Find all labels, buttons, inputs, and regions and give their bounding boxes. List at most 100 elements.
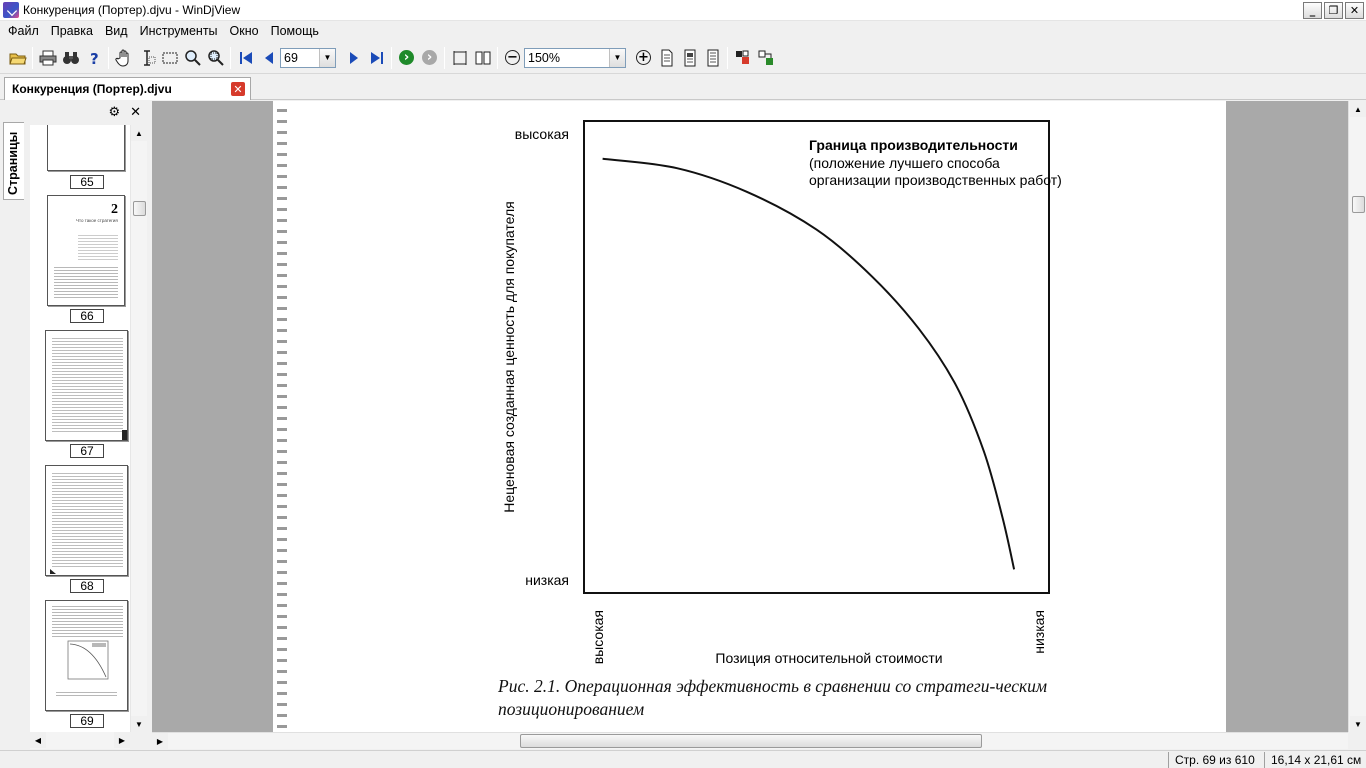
scroll-down-icon[interactable]: ▼ bbox=[1350, 716, 1366, 732]
scroll-left-icon[interactable]: ◀ bbox=[30, 732, 46, 748]
display-color-icon[interactable] bbox=[731, 47, 754, 69]
continuous-page-icon[interactable] bbox=[678, 47, 701, 69]
thumbnail-text-block bbox=[52, 337, 123, 434]
document-tab[interactable]: Конкуренция (Портер).djvu ✕ bbox=[4, 77, 251, 100]
title-bar: Конкуренция (Портер).djvu - WinDjView _ … bbox=[0, 0, 1366, 21]
pages-panel-tab-label: Страницы bbox=[6, 131, 20, 195]
previous-page-icon[interactable] bbox=[257, 47, 280, 69]
close-button[interactable]: ✕ bbox=[1345, 2, 1364, 19]
toolbar: ? 69 ▼ › › − 150% ▼ + bbox=[0, 42, 1366, 74]
toolbar-separator bbox=[230, 46, 231, 69]
rect-select-icon[interactable] bbox=[158, 47, 181, 69]
close-icon[interactable]: ✕ bbox=[130, 105, 141, 120]
document-view[interactable]: Неценовая созданная ценность для покупат… bbox=[152, 101, 1348, 732]
document-tab-label: Конкуренция (Портер).djvu bbox=[12, 82, 172, 96]
toolbar-separator bbox=[444, 46, 445, 69]
thumbnail-chapter-title: Что такое стратегия bbox=[76, 218, 118, 223]
thumbnail-chart-figure bbox=[67, 640, 109, 680]
panel-controls: ⚙ ✕ bbox=[108, 105, 141, 120]
toolbar-separator bbox=[727, 46, 728, 69]
chart-y-tick-label: высокая bbox=[515, 126, 569, 142]
svg-text:?: ? bbox=[90, 50, 99, 66]
scrollbar-thumb[interactable] bbox=[1352, 196, 1365, 213]
go-back-icon[interactable]: › bbox=[418, 47, 441, 69]
close-tab-icon[interactable]: ✕ bbox=[231, 82, 245, 96]
toolbar-separator bbox=[32, 46, 33, 69]
print-icon[interactable] bbox=[36, 47, 59, 69]
scroll-up-icon[interactable]: ▲ bbox=[131, 125, 147, 141]
last-page-icon[interactable] bbox=[365, 47, 388, 69]
zoom-in-icon[interactable]: + bbox=[632, 47, 655, 69]
first-page-icon[interactable] bbox=[234, 47, 257, 69]
chart-series-line bbox=[602, 157, 1016, 570]
zoom-out-icon[interactable]: − bbox=[501, 47, 524, 69]
scrollbar-thumb[interactable] bbox=[520, 734, 982, 748]
thumbnail-page-number: 69 bbox=[70, 714, 104, 728]
restore-button[interactable]: ❐ bbox=[1324, 2, 1343, 19]
minimize-button[interactable]: _ bbox=[1303, 2, 1322, 19]
next-page-icon[interactable] bbox=[342, 47, 365, 69]
menu-edit[interactable]: Правка bbox=[45, 21, 99, 41]
menu-tools[interactable]: Инструменты bbox=[134, 21, 224, 41]
hand-tool-icon[interactable] bbox=[112, 47, 135, 69]
thumbnails-vertical-scrollbar[interactable]: ▲ ▼ bbox=[130, 125, 147, 732]
scroll-right-icon[interactable]: ▶ bbox=[114, 732, 130, 748]
thumbnail-page[interactable] bbox=[45, 600, 128, 711]
plus-circle-icon: + bbox=[636, 50, 651, 65]
go-forward-icon[interactable]: › bbox=[395, 47, 418, 69]
thumbnail-page[interactable] bbox=[47, 125, 125, 171]
zoom-value: 150% bbox=[528, 50, 560, 65]
chart-x-axis-label: Позиция относительной стоимости bbox=[715, 650, 942, 666]
document-vertical-scrollbar[interactable]: ▲ ▼ bbox=[1348, 101, 1366, 732]
forward-circle-icon: › bbox=[399, 50, 414, 65]
chart-x-tick-label: высокая bbox=[590, 610, 606, 664]
document-horizontal-scrollbar[interactable]: ◀ ▶ bbox=[152, 732, 1348, 749]
text-select-icon[interactable] bbox=[135, 47, 158, 69]
menu-window[interactable]: Окно bbox=[224, 21, 265, 41]
thumbnail-page-number: 65 bbox=[70, 175, 104, 189]
thumbnail-page-number: 67 bbox=[70, 444, 104, 458]
menu-bar: Файл Правка Вид Инструменты Окно Помощь bbox=[0, 21, 1366, 41]
help-icon[interactable]: ? bbox=[82, 47, 105, 69]
thumbnail-text-block bbox=[52, 472, 123, 569]
thumbnail-text-block bbox=[78, 234, 118, 260]
display-mode-icon[interactable] bbox=[754, 47, 777, 69]
window-title: Конкуренция (Портер).djvu - WinDjView bbox=[23, 3, 241, 17]
pages-panel-tab[interactable]: Страницы bbox=[3, 122, 24, 200]
thumbnail-chapter-number: 2 bbox=[111, 202, 118, 217]
window-controls: _ ❐ ✕ bbox=[1303, 2, 1364, 19]
thumbnail-page[interactable]: 2 Что такое стратегия bbox=[47, 195, 125, 306]
scroll-down-icon[interactable]: ▼ bbox=[131, 716, 147, 732]
single-page-icon[interactable] bbox=[655, 47, 678, 69]
scroll-right-icon[interactable]: ▶ bbox=[152, 733, 168, 749]
scrollbar-thumb[interactable] bbox=[133, 201, 146, 216]
menu-help[interactable]: Помощь bbox=[265, 21, 325, 41]
chevron-down-icon[interactable]: ▼ bbox=[609, 48, 625, 67]
two-pages-icon[interactable] bbox=[471, 47, 494, 69]
figure-caption: Рис. 2.1. Операционная эффективность в с… bbox=[498, 676, 1048, 719]
zoom-magnifier-icon[interactable] bbox=[181, 47, 204, 69]
page-number-combo[interactable]: 69 ▼ bbox=[280, 47, 336, 68]
thumbnail-page[interactable] bbox=[45, 465, 128, 576]
zoom-rect-icon[interactable] bbox=[204, 47, 227, 69]
gear-icon[interactable]: ⚙ bbox=[108, 105, 120, 120]
menu-view[interactable]: Вид bbox=[99, 21, 134, 41]
fit-width-icon[interactable] bbox=[448, 47, 471, 69]
document-tab-strip: Конкуренция (Портер).djvu ✕ bbox=[0, 74, 1366, 100]
chart-annotation-title: Граница производительности bbox=[809, 137, 1018, 153]
thumbnail-page-number: 66 bbox=[70, 309, 104, 323]
open-folder-icon[interactable] bbox=[6, 47, 29, 69]
thumbnail-page[interactable] bbox=[45, 330, 128, 441]
status-page-info: Стр. 69 из 610 bbox=[1168, 752, 1262, 768]
chevron-down-icon[interactable]: ▼ bbox=[319, 48, 335, 67]
chart-annotation-line: организации производственных работ) bbox=[809, 172, 1062, 188]
zoom-combo[interactable]: 150% ▼ bbox=[524, 47, 626, 68]
status-bar: Стр. 69 из 610 16,14 x 21,61 см bbox=[0, 750, 1366, 768]
scroll-up-icon[interactable]: ▲ bbox=[1350, 101, 1366, 117]
thumbnails-horizontal-scrollbar[interactable]: ◀ ▶ bbox=[30, 732, 130, 749]
thumbnail-list[interactable]: 65 2 Что такое стратегия 66 67 68 69 bbox=[30, 125, 137, 732]
menu-file[interactable]: Файл bbox=[2, 21, 45, 41]
find-binoculars-icon[interactable] bbox=[59, 47, 82, 69]
chart-plot-frame bbox=[583, 120, 1050, 594]
facing-page-icon[interactable] bbox=[701, 47, 724, 69]
